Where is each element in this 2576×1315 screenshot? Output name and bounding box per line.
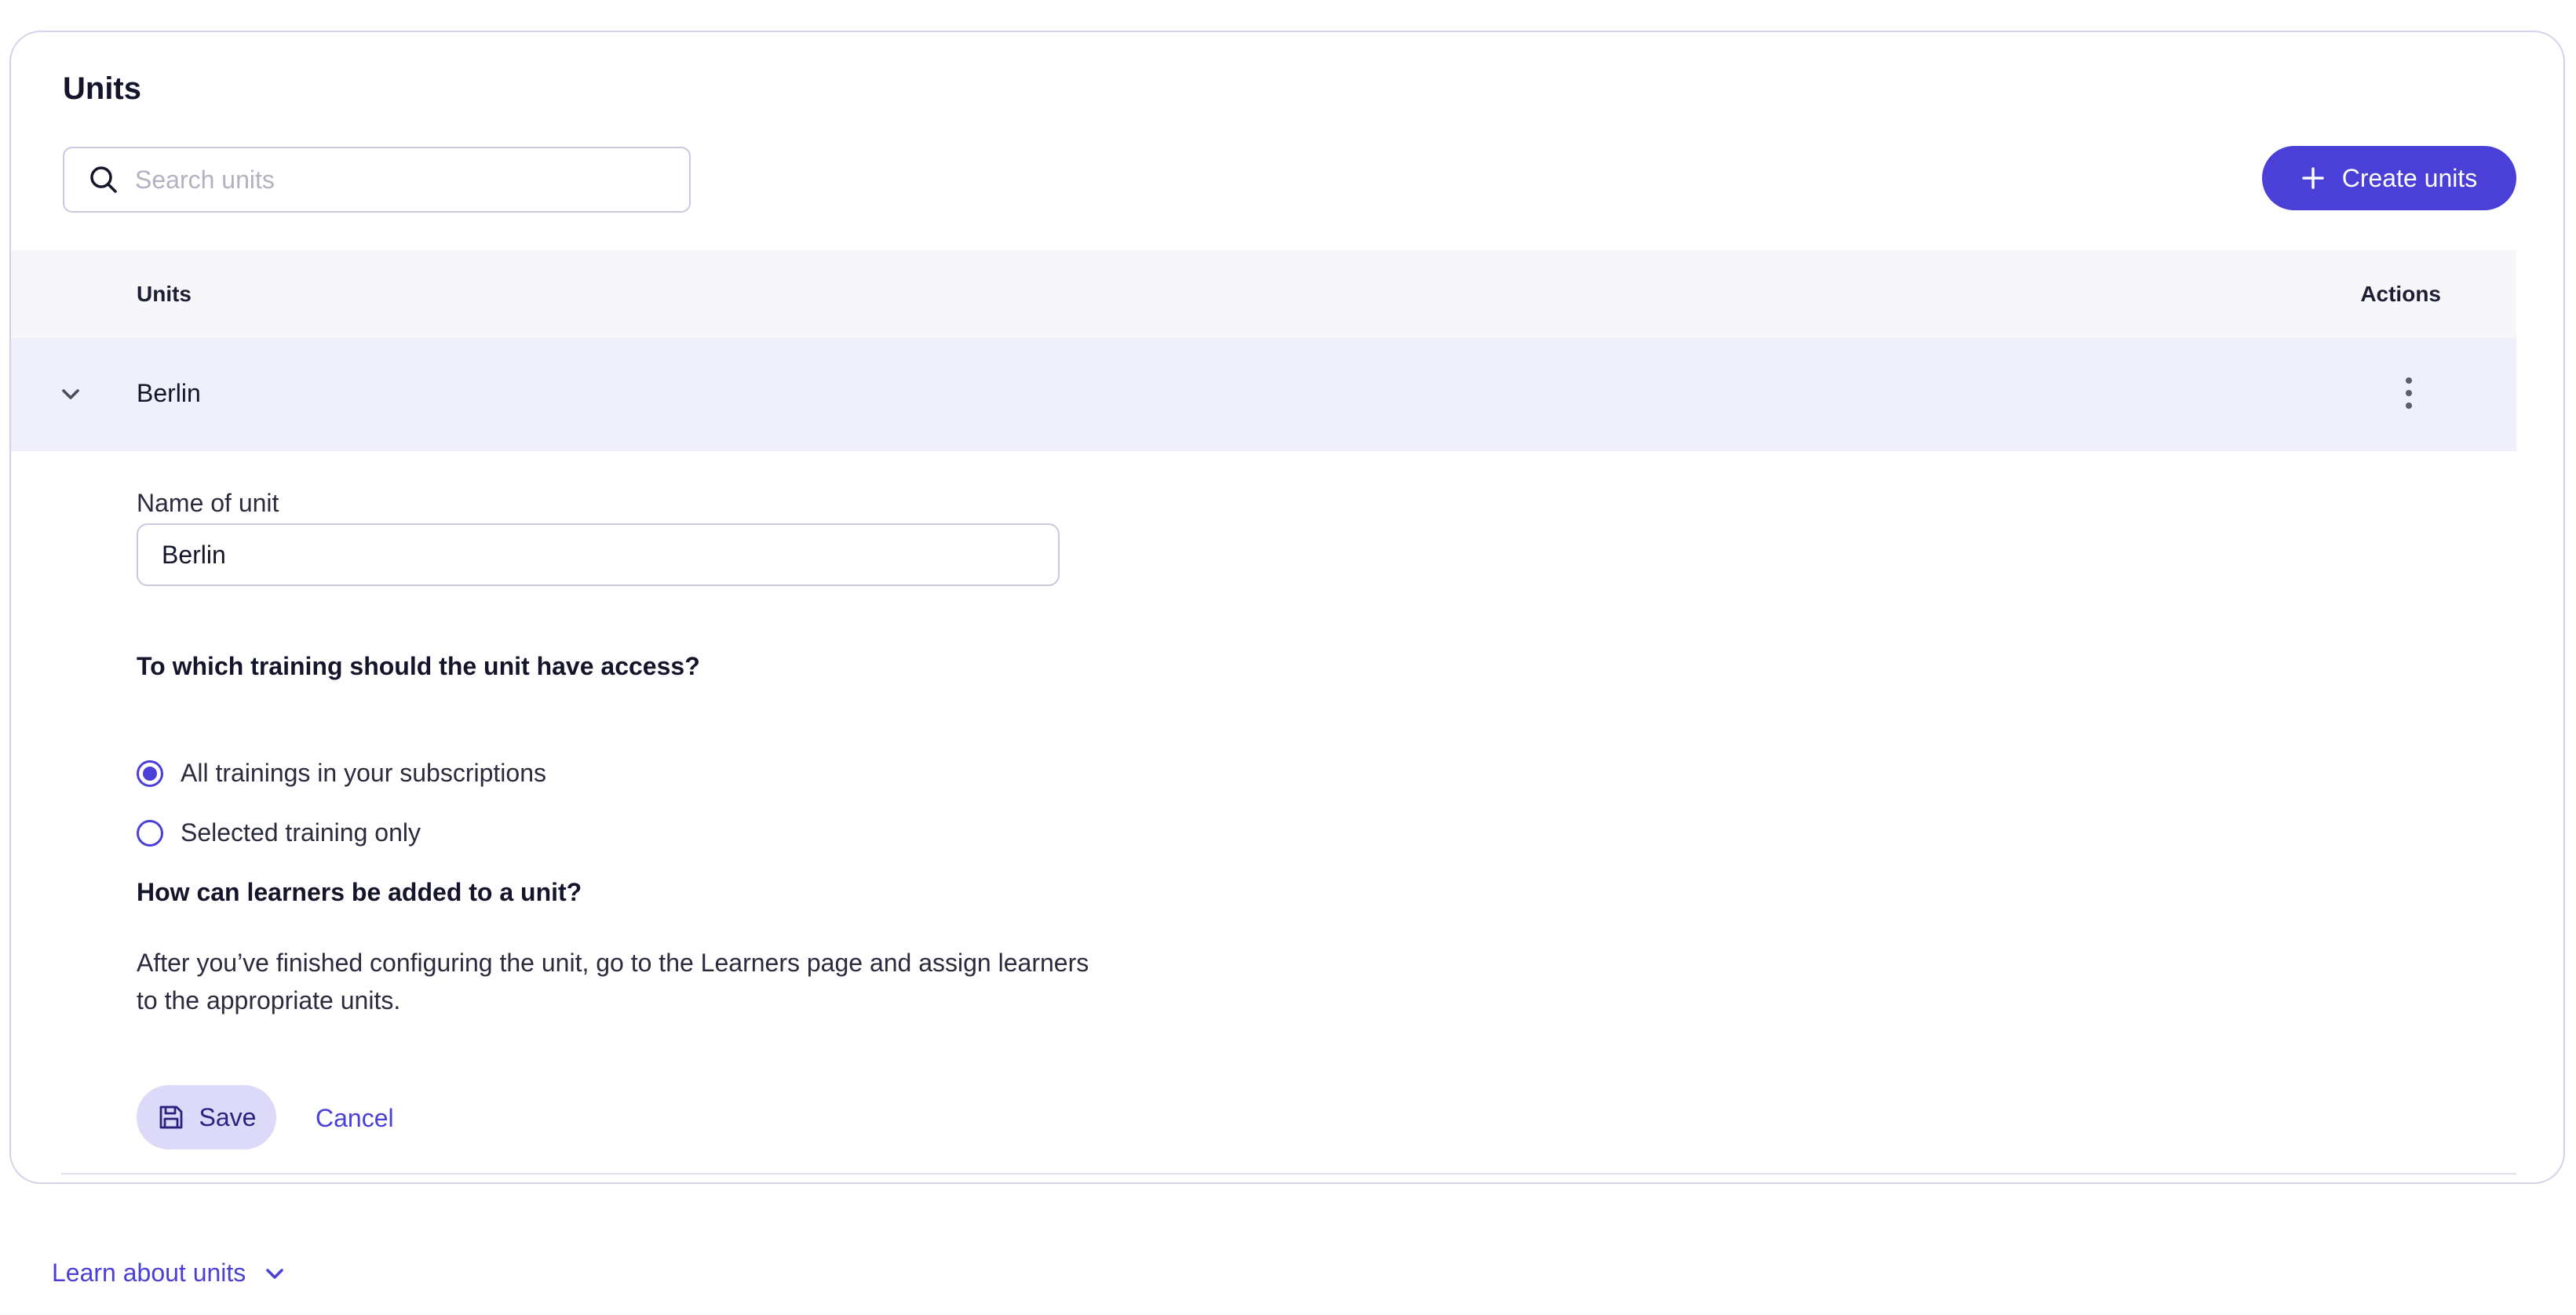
access-question: To which training should the unit have a… [137, 652, 700, 680]
name-of-unit-label: Name of unit [137, 489, 279, 517]
search-icon [90, 166, 117, 193]
plus-icon [2301, 167, 2324, 189]
radio-label: All trainings in your subscriptions [181, 759, 546, 787]
page-title: Units [63, 71, 141, 106]
radio-selected-icon[interactable] [137, 759, 163, 787]
search-input[interactable] [135, 165, 669, 195]
chevron-down-icon [266, 1268, 284, 1279]
search-box[interactable] [63, 147, 691, 213]
radio-unselected-icon[interactable] [137, 819, 163, 847]
learners-question: How can learners be added to a unit? [137, 878, 582, 906]
column-header-units: Units [137, 282, 192, 306]
unit-name-field[interactable] [137, 523, 1060, 586]
units-card: Units Create units Units Actions Berlin [9, 31, 2565, 1184]
save-button[interactable]: Save [137, 1085, 276, 1149]
create-units-label: Create units [2341, 163, 2478, 192]
radio-all-trainings[interactable]: All trainings in your subscriptions [137, 759, 546, 788]
table-row[interactable]: Berlin [11, 338, 2516, 451]
radio-label: Selected training only [181, 818, 421, 847]
column-header-actions: Actions [2360, 282, 2441, 306]
cancel-button[interactable]: Cancel [316, 1104, 394, 1133]
create-units-button[interactable]: Create units [2262, 146, 2516, 210]
divider [61, 1173, 2516, 1175]
learners-help-text: After you’ve finished configuring the un… [137, 949, 1089, 1014]
kebab-menu-icon[interactable] [2403, 377, 2414, 412]
radio-selected-training[interactable]: Selected training only [137, 818, 421, 847]
chevron-down-icon[interactable] [58, 381, 83, 406]
save-label: Save [199, 1102, 257, 1131]
unit-name: Berlin [137, 379, 201, 407]
floppy-disk-icon [159, 1106, 182, 1129]
table-header: Units Actions [11, 250, 2516, 338]
page: Units Create units Units Actions Berlin [0, 0, 2576, 1315]
learn-about-units-label: Learn about units [52, 1259, 246, 1287]
learn-about-units-link[interactable]: Learn about units [52, 1259, 286, 1288]
